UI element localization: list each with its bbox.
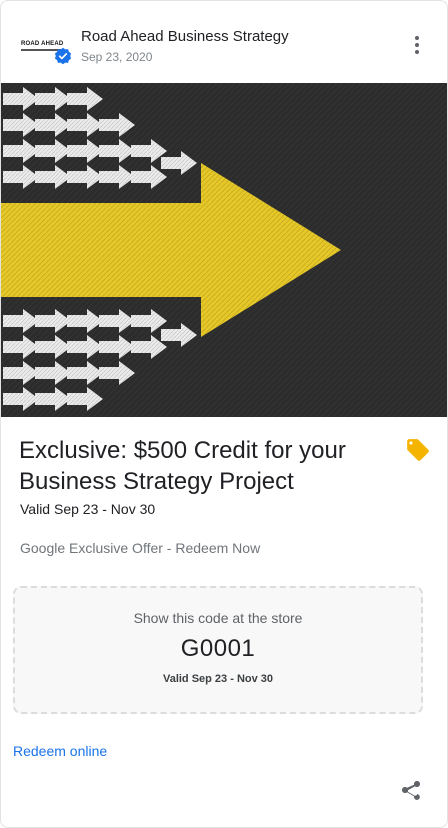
post-date: Sep 23, 2020	[81, 50, 153, 64]
share-icon[interactable]	[399, 779, 423, 803]
more-vert-icon[interactable]	[405, 33, 429, 57]
coupon-code-box: Show this code at the store G0001 Valid …	[13, 586, 423, 714]
offer-description: Google Exclusive Offer - Redeem Now	[20, 540, 261, 556]
verified-badge-icon	[54, 47, 72, 65]
offer-post-card: ROAD AHEAD Road Ahead Business Strategy …	[0, 0, 448, 828]
code-validity: Valid Sep 23 - Nov 30	[162, 673, 274, 685]
business-name[interactable]: Road Ahead Business Strategy	[81, 28, 289, 45]
offer-validity: Valid Sep 23 - Nov 30	[20, 501, 156, 517]
arrows-chalkboard-image	[1, 83, 447, 417]
redeem-online-link[interactable]: Redeem online	[13, 743, 107, 759]
post-header: ROAD AHEAD Road Ahead Business Strategy …	[1, 1, 447, 83]
offer-title: Exclusive: $500 Credit for your Business…	[19, 437, 346, 495]
code-label: Show this code at the store	[133, 610, 303, 626]
offer-image	[1, 83, 447, 417]
coupon-code[interactable]: G0001	[15, 635, 421, 663]
offer-tag-icon	[407, 439, 429, 461]
